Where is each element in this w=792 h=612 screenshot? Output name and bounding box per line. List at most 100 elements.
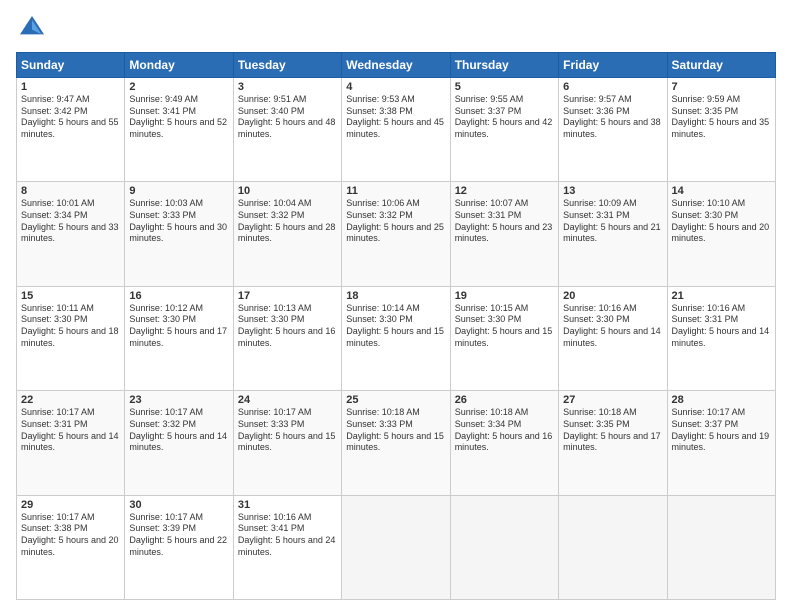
calendar-cell: 6 Sunrise: 9:57 AM Sunset: 3:36 PM Dayli… xyxy=(559,78,667,182)
sunrise: Sunrise: 10:06 AM xyxy=(346,198,420,208)
calendar-cell: 8 Sunrise: 10:01 AM Sunset: 3:34 PM Dayl… xyxy=(17,182,125,286)
header xyxy=(16,12,776,44)
sunrise: Sunrise: 10:17 AM xyxy=(21,407,95,417)
daylight: Daylight: 5 hours and 28 minutes. xyxy=(238,222,336,244)
calendar-cell xyxy=(342,495,450,599)
day-number: 15 xyxy=(21,290,120,302)
calendar-cell: 17 Sunrise: 10:13 AM Sunset: 3:30 PM Day… xyxy=(233,286,341,390)
sunrise: Sunrise: 10:12 AM xyxy=(129,303,203,313)
day-info: Sunrise: 10:17 AM Sunset: 3:38 PM Daylig… xyxy=(21,512,120,559)
sunset: Sunset: 3:31 PM xyxy=(455,210,522,220)
daylight: Daylight: 5 hours and 24 minutes. xyxy=(238,535,336,557)
sunset: Sunset: 3:34 PM xyxy=(21,210,88,220)
day-number: 12 xyxy=(455,185,554,197)
calendar-cell: 13 Sunrise: 10:09 AM Sunset: 3:31 PM Day… xyxy=(559,182,667,286)
sunrise: Sunrise: 10:09 AM xyxy=(563,198,637,208)
sunset: Sunset: 3:32 PM xyxy=(346,210,413,220)
day-number: 14 xyxy=(672,185,771,197)
daylight: Daylight: 5 hours and 33 minutes. xyxy=(21,222,119,244)
sunset: Sunset: 3:39 PM xyxy=(129,523,196,533)
sunset: Sunset: 3:36 PM xyxy=(563,106,630,116)
calendar-cell: 2 Sunrise: 9:49 AM Sunset: 3:41 PM Dayli… xyxy=(125,78,233,182)
calendar-body: 1 Sunrise: 9:47 AM Sunset: 3:42 PM Dayli… xyxy=(17,78,776,600)
day-info: Sunrise: 10:11 AM Sunset: 3:30 PM Daylig… xyxy=(21,303,120,350)
daylight: Daylight: 5 hours and 14 minutes. xyxy=(672,326,770,348)
calendar-cell: 16 Sunrise: 10:12 AM Sunset: 3:30 PM Day… xyxy=(125,286,233,390)
day-info: Sunrise: 10:17 AM Sunset: 3:37 PM Daylig… xyxy=(672,407,771,454)
day-info: Sunrise: 10:16 AM Sunset: 3:31 PM Daylig… xyxy=(672,303,771,350)
day-number: 5 xyxy=(455,81,554,93)
daylight: Daylight: 5 hours and 20 minutes. xyxy=(672,222,770,244)
sunrise: Sunrise: 9:51 AM xyxy=(238,94,307,104)
daylight: Daylight: 5 hours and 55 minutes. xyxy=(21,117,119,139)
day-number: 25 xyxy=(346,394,445,406)
calendar-cell xyxy=(450,495,558,599)
sunrise: Sunrise: 10:18 AM xyxy=(346,407,420,417)
daylight: Daylight: 5 hours and 23 minutes. xyxy=(455,222,553,244)
calendar-cell: 20 Sunrise: 10:16 AM Sunset: 3:30 PM Day… xyxy=(559,286,667,390)
calendar-cell xyxy=(667,495,775,599)
sunset: Sunset: 3:38 PM xyxy=(21,523,88,533)
calendar-cell: 9 Sunrise: 10:03 AM Sunset: 3:33 PM Dayl… xyxy=(125,182,233,286)
day-info: Sunrise: 10:17 AM Sunset: 3:33 PM Daylig… xyxy=(238,407,337,454)
sunset: Sunset: 3:30 PM xyxy=(129,314,196,324)
logo-icon xyxy=(16,12,48,44)
calendar-cell: 26 Sunrise: 10:18 AM Sunset: 3:34 PM Day… xyxy=(450,391,558,495)
calendar-cell: 10 Sunrise: 10:04 AM Sunset: 3:32 PM Day… xyxy=(233,182,341,286)
day-number: 6 xyxy=(563,81,662,93)
daylight: Daylight: 5 hours and 15 minutes. xyxy=(455,326,553,348)
day-info: Sunrise: 10:14 AM Sunset: 3:30 PM Daylig… xyxy=(346,303,445,350)
calendar-cell: 12 Sunrise: 10:07 AM Sunset: 3:31 PM Day… xyxy=(450,182,558,286)
day-number: 30 xyxy=(129,499,228,511)
calendar-cell: 4 Sunrise: 9:53 AM Sunset: 3:38 PM Dayli… xyxy=(342,78,450,182)
day-info: Sunrise: 10:01 AM Sunset: 3:34 PM Daylig… xyxy=(21,198,120,245)
sunrise: Sunrise: 10:07 AM xyxy=(455,198,529,208)
calendar-table: SundayMondayTuesdayWednesdayThursdayFrid… xyxy=(16,52,776,600)
sunset: Sunset: 3:37 PM xyxy=(455,106,522,116)
day-number: 19 xyxy=(455,290,554,302)
day-info: Sunrise: 10:16 AM Sunset: 3:30 PM Daylig… xyxy=(563,303,662,350)
day-info: Sunrise: 9:57 AM Sunset: 3:36 PM Dayligh… xyxy=(563,94,662,141)
sunset: Sunset: 3:40 PM xyxy=(238,106,305,116)
sunrise: Sunrise: 10:04 AM xyxy=(238,198,312,208)
sunrise: Sunrise: 10:15 AM xyxy=(455,303,529,313)
weekday-saturday: Saturday xyxy=(667,53,775,78)
calendar-cell: 23 Sunrise: 10:17 AM Sunset: 3:32 PM Day… xyxy=(125,391,233,495)
calendar-cell: 24 Sunrise: 10:17 AM Sunset: 3:33 PM Day… xyxy=(233,391,341,495)
day-info: Sunrise: 10:18 AM Sunset: 3:35 PM Daylig… xyxy=(563,407,662,454)
day-info: Sunrise: 10:07 AM Sunset: 3:31 PM Daylig… xyxy=(455,198,554,245)
day-number: 17 xyxy=(238,290,337,302)
calendar-cell: 22 Sunrise: 10:17 AM Sunset: 3:31 PM Day… xyxy=(17,391,125,495)
sunset: Sunset: 3:30 PM xyxy=(563,314,630,324)
sunrise: Sunrise: 10:16 AM xyxy=(238,512,312,522)
daylight: Daylight: 5 hours and 15 minutes. xyxy=(238,431,336,453)
day-info: Sunrise: 10:03 AM Sunset: 3:33 PM Daylig… xyxy=(129,198,228,245)
day-info: Sunrise: 10:04 AM Sunset: 3:32 PM Daylig… xyxy=(238,198,337,245)
sunrise: Sunrise: 9:59 AM xyxy=(672,94,741,104)
weekday-header-row: SundayMondayTuesdayWednesdayThursdayFrid… xyxy=(17,53,776,78)
sunset: Sunset: 3:33 PM xyxy=(238,419,305,429)
day-info: Sunrise: 10:13 AM Sunset: 3:30 PM Daylig… xyxy=(238,303,337,350)
day-number: 9 xyxy=(129,185,228,197)
daylight: Daylight: 5 hours and 15 minutes. xyxy=(346,326,444,348)
daylight: Daylight: 5 hours and 17 minutes. xyxy=(129,326,227,348)
day-info: Sunrise: 10:18 AM Sunset: 3:34 PM Daylig… xyxy=(455,407,554,454)
sunrise: Sunrise: 9:53 AM xyxy=(346,94,415,104)
daylight: Daylight: 5 hours and 14 minutes. xyxy=(129,431,227,453)
sunset: Sunset: 3:41 PM xyxy=(129,106,196,116)
calendar-cell: 14 Sunrise: 10:10 AM Sunset: 3:30 PM Day… xyxy=(667,182,775,286)
calendar-cell: 1 Sunrise: 9:47 AM Sunset: 3:42 PM Dayli… xyxy=(17,78,125,182)
daylight: Daylight: 5 hours and 16 minutes. xyxy=(455,431,553,453)
day-info: Sunrise: 10:16 AM Sunset: 3:41 PM Daylig… xyxy=(238,512,337,559)
day-number: 2 xyxy=(129,81,228,93)
sunset: Sunset: 3:32 PM xyxy=(238,210,305,220)
day-number: 4 xyxy=(346,81,445,93)
daylight: Daylight: 5 hours and 16 minutes. xyxy=(238,326,336,348)
sunrise: Sunrise: 9:57 AM xyxy=(563,94,632,104)
day-number: 7 xyxy=(672,81,771,93)
calendar-cell: 30 Sunrise: 10:17 AM Sunset: 3:39 PM Day… xyxy=(125,495,233,599)
week-row-3: 15 Sunrise: 10:11 AM Sunset: 3:30 PM Day… xyxy=(17,286,776,390)
calendar-cell: 21 Sunrise: 10:16 AM Sunset: 3:31 PM Day… xyxy=(667,286,775,390)
sunset: Sunset: 3:35 PM xyxy=(672,106,739,116)
daylight: Daylight: 5 hours and 19 minutes. xyxy=(672,431,770,453)
